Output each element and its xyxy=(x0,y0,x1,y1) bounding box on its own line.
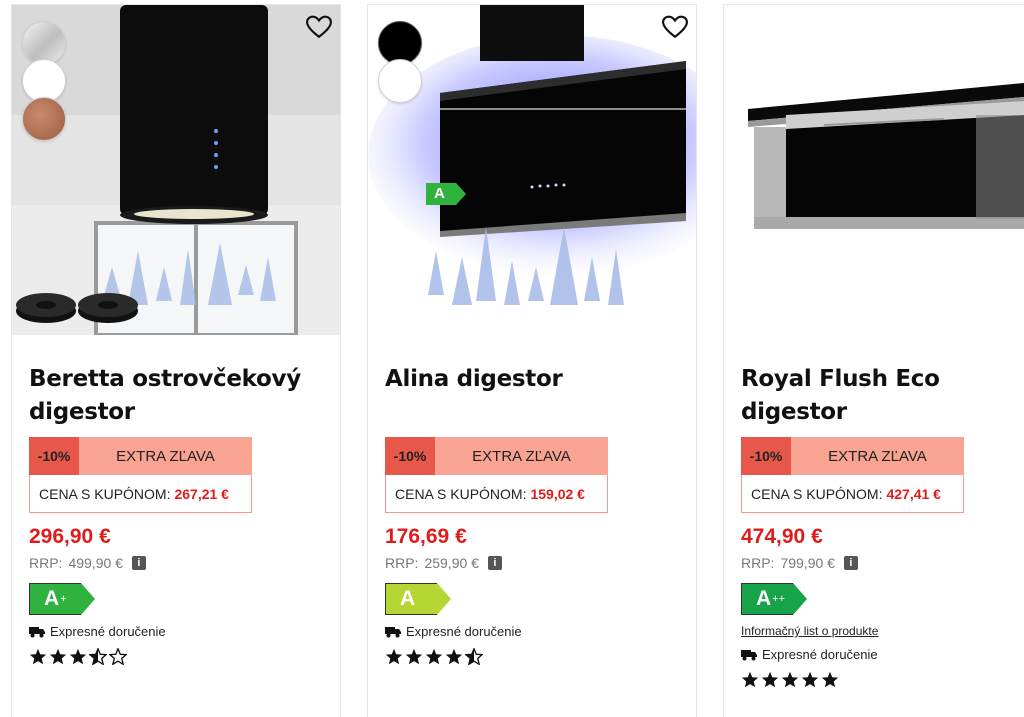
star-full-icon xyxy=(781,671,799,688)
rating-stars xyxy=(385,648,686,665)
extra-discount-label: EXTRA ZĽAVA xyxy=(791,437,964,475)
price: 176,69 € xyxy=(385,525,467,548)
energy-class: A xyxy=(756,587,772,610)
product-title[interactable]: Alina digestor xyxy=(385,363,686,431)
energy-arrow xyxy=(793,583,807,615)
coupon-label: CENA S KUPÓNOM: xyxy=(395,485,527,502)
rating-stars xyxy=(29,648,330,665)
truck-icon xyxy=(385,626,401,637)
energy-class-body: A xyxy=(385,583,437,615)
product-image[interactable] xyxy=(12,5,340,335)
product-image[interactable]: A xyxy=(368,5,696,335)
energy-label[interactable]: A + xyxy=(29,583,330,615)
product-title[interactable]: Royal Flush Eco digestor xyxy=(741,363,1024,431)
star-full-icon xyxy=(385,648,403,665)
price: 474,90 € xyxy=(741,525,823,548)
energy-label[interactable]: A xyxy=(385,583,686,615)
wishlist-heart-icon[interactable] xyxy=(306,15,332,39)
promo-box: -10% EXTRA ZĽAVA CENA S KUPÓNOM: 267,21 … xyxy=(29,437,252,513)
hood-image-royal-flush xyxy=(724,5,1024,335)
delivery-label: Expresné doručenie xyxy=(50,624,166,639)
product-info: Beretta ostrovčekový digestor -10% EXTRA… xyxy=(29,363,330,665)
truck-icon xyxy=(29,626,45,637)
promo-box: -10% EXTRA ZĽAVA CENA S KUPÓNOM: 427,41 … xyxy=(741,437,964,513)
rrp-value: 259,90 € xyxy=(424,555,479,571)
coupon-label: CENA S KUPÓNOM: xyxy=(751,485,883,502)
product-card[interactable]: Royal Flush Eco digestor -10% EXTRA ZĽAV… xyxy=(723,4,1024,717)
rrp-value: 499,90 € xyxy=(68,555,123,571)
rrp-label: RRP: xyxy=(385,555,419,571)
wishlist-heart-icon[interactable] xyxy=(662,15,688,39)
star-full-icon xyxy=(801,671,819,688)
swatch-white[interactable] xyxy=(378,59,422,103)
product-image[interactable] xyxy=(724,5,1024,335)
product-info: Royal Flush Eco digestor -10% EXTRA ZĽAV… xyxy=(741,363,1024,688)
coupon-label: CENA S KUPÓNOM: xyxy=(39,485,171,502)
star-half-icon xyxy=(465,648,483,665)
rating-stars xyxy=(741,671,1024,688)
star-full-icon xyxy=(405,648,423,665)
info-icon[interactable]: i xyxy=(843,556,858,570)
coupon-price-row: CENA S KUPÓNOM: 427,41 € xyxy=(741,475,964,513)
star-full-icon xyxy=(445,648,463,665)
price: 296,90 € xyxy=(29,525,111,548)
image-energy-badge: A xyxy=(426,183,466,205)
swatch-copper[interactable] xyxy=(22,97,66,141)
energy-class: A xyxy=(44,587,60,610)
energy-class-suffix: ++ xyxy=(772,593,786,605)
star-full-icon xyxy=(761,671,779,688)
extra-discount-label: EXTRA ZĽAVA xyxy=(435,437,608,475)
coupon-price: 159,02 € xyxy=(530,485,585,502)
rrp-value: 799,90 € xyxy=(780,555,835,571)
star-full-icon xyxy=(821,671,839,688)
product-info-sheet-link[interactable]: Informačný list o produkte xyxy=(741,624,1024,638)
energy-class-body: A + xyxy=(29,583,81,615)
express-delivery: Expresné doručenie xyxy=(29,624,330,639)
energy-class-body: A ++ xyxy=(741,583,793,615)
image-energy-badge-text: A xyxy=(426,183,456,205)
star-full-icon xyxy=(69,648,87,665)
energy-arrow xyxy=(437,583,451,615)
express-delivery: Expresné doručenie xyxy=(741,647,1024,662)
rrp-label: RRP: xyxy=(29,555,63,571)
product-grid: Beretta ostrovčekový digestor -10% EXTRA… xyxy=(0,0,1024,717)
coupon-price-row: CENA S KUPÓNOM: 159,02 € xyxy=(385,475,608,513)
coupon-price: 427,41 € xyxy=(886,485,941,502)
truck-icon xyxy=(741,649,757,660)
star-full-icon xyxy=(29,648,47,665)
star-empty-icon xyxy=(109,648,127,665)
energy-class: A xyxy=(400,587,416,610)
info-icon[interactable]: i xyxy=(487,556,502,570)
delivery-label: Expresné doručenie xyxy=(406,624,522,639)
product-card[interactable]: A Alina digestor -10% EXTRA ZĽAVA CENA S… xyxy=(367,4,697,717)
discount-badge: -10% xyxy=(385,437,435,475)
discount-badge: -10% xyxy=(29,437,79,475)
coupon-price-row: CENA S KUPÓNOM: 267,21 € xyxy=(29,475,252,513)
promo-box: -10% EXTRA ZĽAVA CENA S KUPÓNOM: 159,02 … xyxy=(385,437,608,513)
star-full-icon xyxy=(425,648,443,665)
product-card[interactable]: Beretta ostrovčekový digestor -10% EXTRA… xyxy=(11,4,341,717)
energy-label[interactable]: A ++ xyxy=(741,583,1024,615)
energy-class-suffix: + xyxy=(60,593,67,605)
coupon-price: 267,21 € xyxy=(174,485,229,502)
product-info: Alina digestor -10% EXTRA ZĽAVA CENA S K… xyxy=(385,363,686,665)
color-swatches xyxy=(22,21,66,141)
star-full-icon xyxy=(49,648,67,665)
rrp-label: RRP: xyxy=(741,555,775,571)
rrp-row: RRP: 499,90 € i xyxy=(29,555,330,571)
delivery-label: Expresné doručenie xyxy=(762,647,878,662)
energy-arrow xyxy=(81,583,95,615)
express-delivery: Expresné doručenie xyxy=(385,624,686,639)
product-title[interactable]: Beretta ostrovčekový digestor xyxy=(29,363,330,431)
star-half-icon xyxy=(89,648,107,665)
rrp-row: RRP: 799,90 € i xyxy=(741,555,1024,571)
rrp-row: RRP: 259,90 € i xyxy=(385,555,686,571)
color-swatches xyxy=(378,21,422,103)
extra-discount-label: EXTRA ZĽAVA xyxy=(79,437,252,475)
star-full-icon xyxy=(741,671,759,688)
discount-badge: -10% xyxy=(741,437,791,475)
info-icon[interactable]: i xyxy=(131,556,146,570)
